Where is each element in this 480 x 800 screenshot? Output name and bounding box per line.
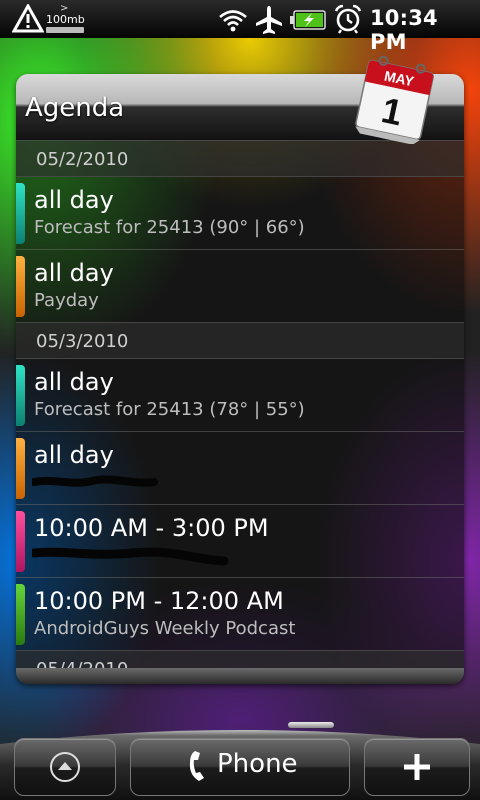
- event-title: Forecast for 25413 (90° | 66°): [34, 217, 305, 238]
- widget-title: Agenda: [25, 93, 125, 123]
- event-title: Payday: [34, 290, 99, 311]
- memory-icon: [46, 27, 84, 33]
- status-icons: [214, 4, 364, 34]
- dock-handle[interactable]: [288, 722, 334, 728]
- event-item[interactable]: all day Payday: [16, 249, 464, 322]
- event-color-bar: [16, 256, 25, 317]
- event-item[interactable]: all day Forecast for 25413 (78° | 55°): [16, 358, 464, 431]
- chevron-up-circle-icon: [50, 752, 80, 782]
- event-title: AndroidGuys Weekly Podcast: [34, 618, 296, 639]
- memory-label: 100mb: [46, 13, 85, 26]
- bottom-dock: Phone: [0, 722, 480, 800]
- date-header: 05/3/2010: [16, 322, 464, 359]
- event-item[interactable]: 10:00 PM - 12:00 AM AndroidGuys Weekly P…: [16, 577, 464, 650]
- event-time: 10:00 AM - 3:00 PM: [34, 514, 269, 542]
- wifi-icon: [219, 10, 247, 32]
- alarm-icon: [334, 4, 362, 34]
- event-time: all day: [34, 259, 114, 287]
- event-color-bar: [16, 183, 25, 244]
- calendar-icon[interactable]: MAY 1: [350, 52, 440, 144]
- status-time: 10:34 PM: [370, 6, 438, 54]
- event-color-bar: [16, 584, 25, 645]
- widget-bottom-edge: [16, 668, 464, 684]
- phone-button[interactable]: Phone: [130, 738, 350, 796]
- event-item[interactable]: all day: [16, 431, 464, 504]
- event-title: Forecast for 25413 (78° | 55°): [34, 399, 305, 420]
- event-time: 10:00 PM - 12:00 AM: [34, 587, 284, 615]
- event-time: all day: [34, 186, 114, 214]
- date-header: 05/2/2010: [16, 140, 464, 177]
- date-label: 05/2/2010: [36, 149, 129, 170]
- memory-indicator: > 100mb: [46, 3, 86, 33]
- status-bar: > 100mb 10:34 PM: [0, 0, 480, 54]
- airplane-icon: [256, 6, 282, 34]
- event-color-bar: [16, 438, 25, 499]
- battery-charging-icon: [290, 10, 326, 30]
- warning-icon: [12, 4, 44, 33]
- phone-label: Phone: [217, 749, 298, 779]
- agenda-widget[interactable]: Agenda 05/2/2010 all day Forecast for 25…: [16, 74, 464, 684]
- event-item[interactable]: 10:00 AM - 3:00 PM: [16, 504, 464, 577]
- event-time: all day: [34, 441, 114, 469]
- date-label: 05/3/2010: [36, 331, 129, 352]
- event-color-bar: [16, 511, 25, 572]
- redacted-scribble: [32, 547, 229, 566]
- event-color-bar: [16, 365, 25, 426]
- event-item[interactable]: all day Forecast for 25413 (90° | 66°): [16, 176, 464, 249]
- plus-icon: [404, 754, 430, 780]
- redacted-scribble: [32, 475, 158, 487]
- add-button[interactable]: [364, 738, 470, 796]
- event-time: all day: [34, 368, 114, 396]
- all-apps-button[interactable]: [14, 738, 116, 796]
- phone-handset-icon: [189, 751, 204, 781]
